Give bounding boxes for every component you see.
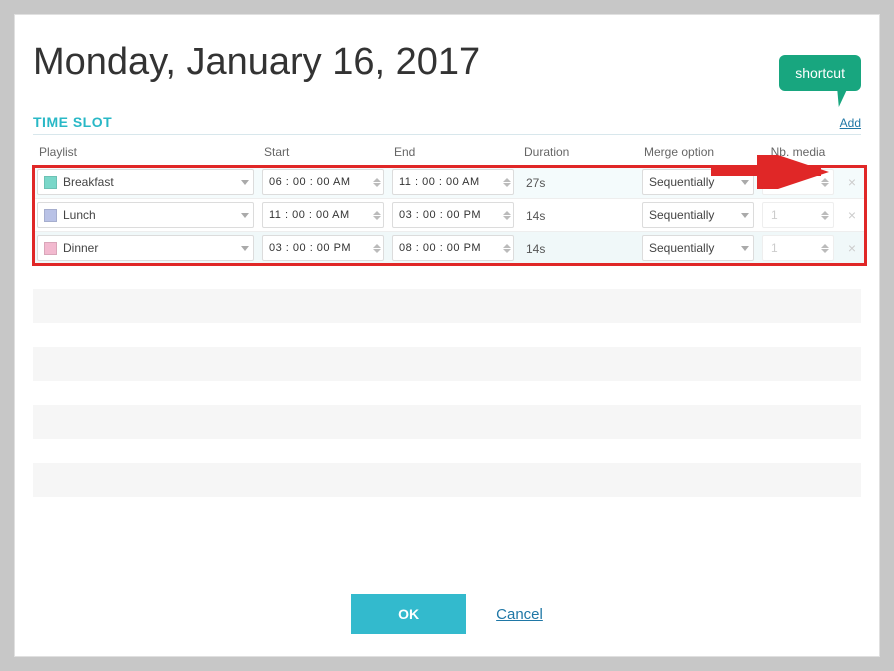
chevron-down-icon bbox=[241, 213, 249, 218]
shortcut-callout: shortcut bbox=[779, 55, 861, 91]
swatch-icon bbox=[44, 209, 57, 222]
end-time-input[interactable]: 11 : 00 : 00 AM bbox=[392, 169, 514, 195]
nb-media-input[interactable]: 1 bbox=[762, 235, 834, 261]
playlist-label: Lunch bbox=[63, 208, 237, 222]
table-row: Lunch 11 : 00 : 00 AM 03 : 00 : 00 PM 14… bbox=[33, 199, 866, 232]
start-time-input[interactable]: 06 : 00 : 00 AM bbox=[262, 169, 384, 195]
col-duration: Duration bbox=[518, 141, 638, 166]
merge-dropdown[interactable]: Sequentially bbox=[642, 202, 754, 228]
duration-value: 27s bbox=[522, 176, 545, 190]
playlist-dropdown[interactable]: Lunch bbox=[37, 202, 254, 228]
page-title: Monday, January 16, 2017 bbox=[33, 41, 861, 84]
empty-rows bbox=[33, 289, 861, 497]
col-end: End bbox=[388, 141, 518, 166]
playlist-label: Dinner bbox=[63, 241, 237, 255]
end-time-input[interactable]: 03 : 00 : 00 PM bbox=[392, 202, 514, 228]
duration-value: 14s bbox=[522, 242, 545, 256]
delete-row-button[interactable]: × bbox=[838, 166, 866, 199]
add-link[interactable]: Add bbox=[840, 116, 861, 130]
cancel-link[interactable]: Cancel bbox=[496, 606, 543, 623]
nb-media-input[interactable]: 1 bbox=[762, 202, 834, 228]
playlist-label: Breakfast bbox=[63, 175, 237, 189]
spinner-icon[interactable] bbox=[503, 178, 511, 187]
chevron-down-icon bbox=[241, 180, 249, 185]
swatch-icon bbox=[44, 176, 57, 189]
col-playlist: Playlist bbox=[33, 141, 258, 166]
chevron-down-icon bbox=[241, 246, 249, 251]
delete-row-button[interactable]: × bbox=[838, 232, 866, 265]
table-row: Dinner 03 : 00 : 00 PM 08 : 00 : 00 PM 1… bbox=[33, 232, 866, 265]
swatch-icon bbox=[44, 242, 57, 255]
end-time-input[interactable]: 08 : 00 : 00 PM bbox=[392, 235, 514, 261]
delete-row-button[interactable]: × bbox=[838, 199, 866, 232]
duration-value: 14s bbox=[522, 209, 545, 223]
start-time-input[interactable]: 03 : 00 : 00 PM bbox=[262, 235, 384, 261]
arrow-icon bbox=[711, 155, 841, 189]
dialog-panel: Monday, January 16, 2017 TIME SLOT Add P… bbox=[14, 14, 880, 657]
ok-button[interactable]: OK bbox=[351, 594, 466, 634]
col-start: Start bbox=[258, 141, 388, 166]
merge-dropdown[interactable]: Sequentially bbox=[642, 235, 754, 261]
playlist-dropdown[interactable]: Breakfast bbox=[37, 169, 254, 195]
spinner-icon[interactable] bbox=[373, 178, 381, 187]
playlist-dropdown[interactable]: Dinner bbox=[37, 235, 254, 261]
start-time-input[interactable]: 11 : 00 : 00 AM bbox=[262, 202, 384, 228]
section-header: TIME SLOT bbox=[33, 114, 840, 130]
chevron-down-icon bbox=[741, 213, 749, 218]
chevron-down-icon bbox=[741, 246, 749, 251]
